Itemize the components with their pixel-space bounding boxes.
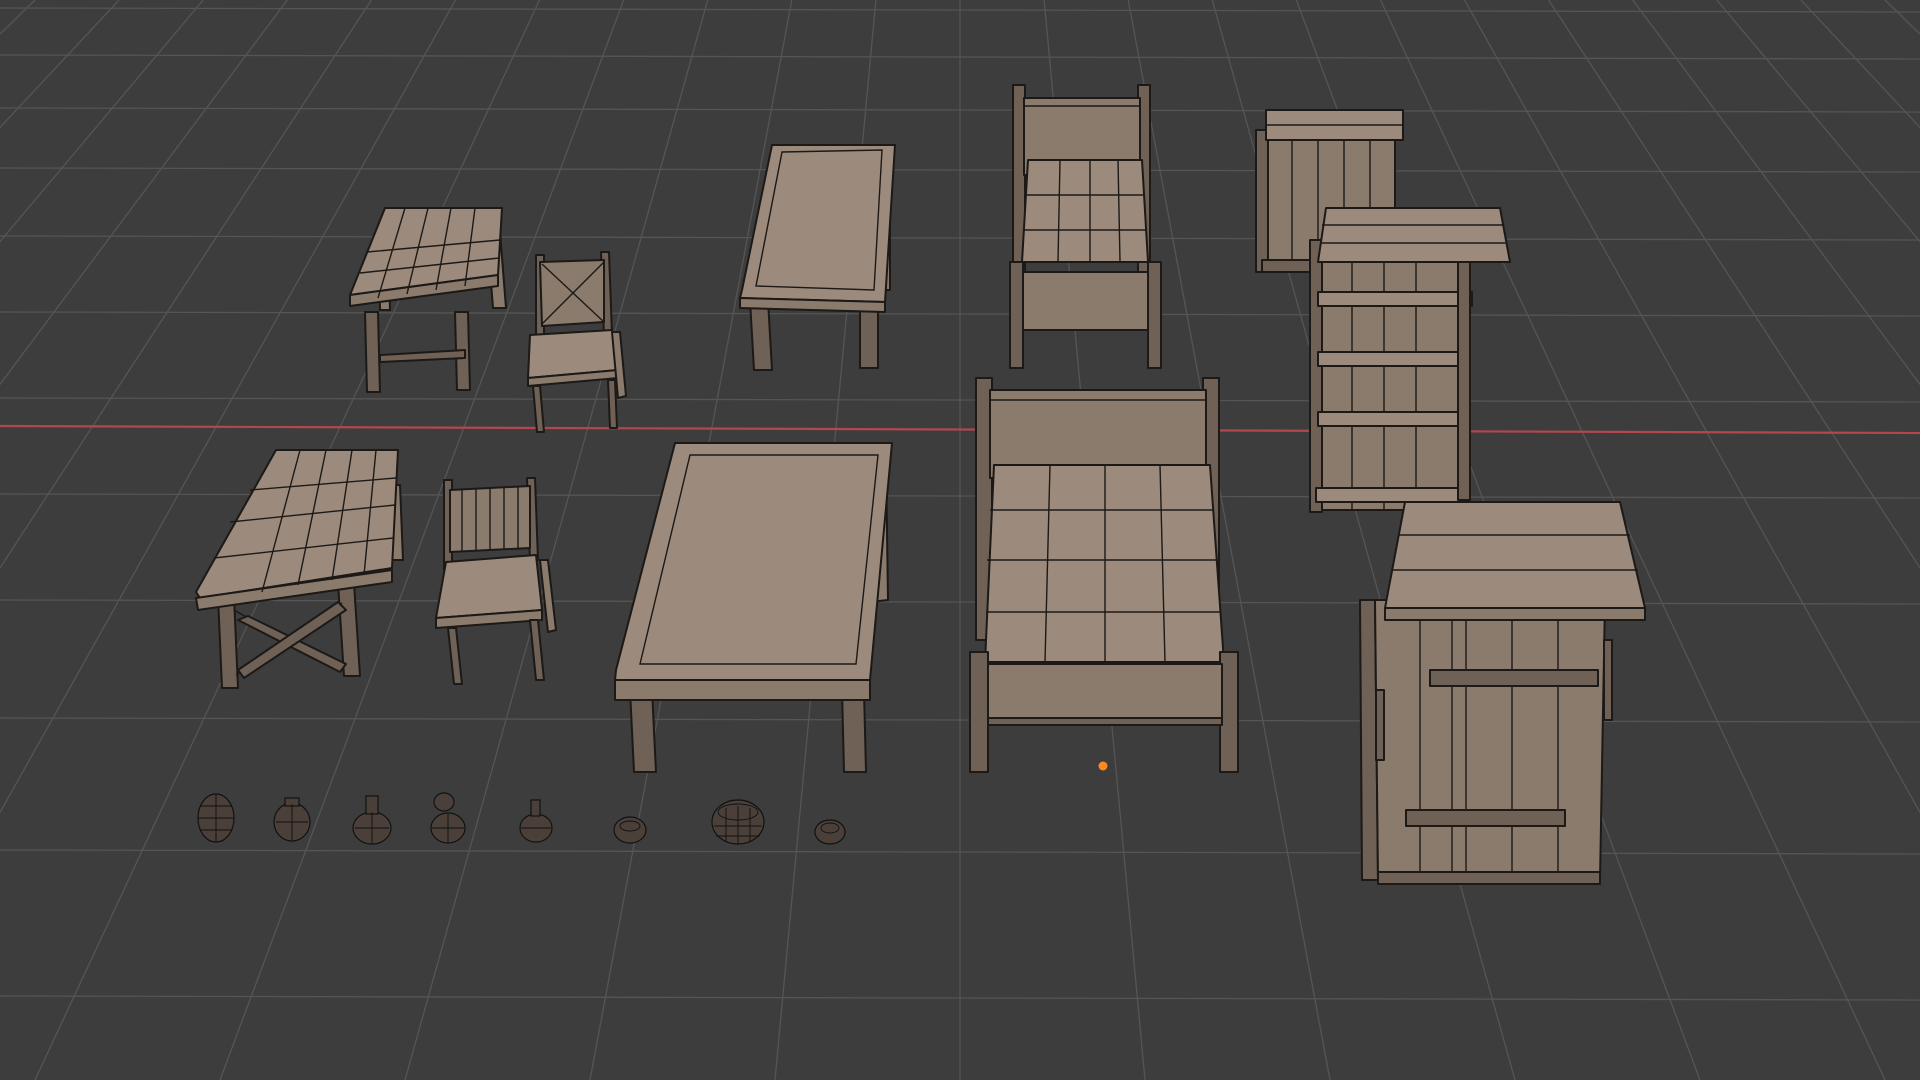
chair-cross-back[interactable] — [527, 251, 627, 433]
bowl-1[interactable] — [613, 816, 647, 844]
grid-line — [0, 0, 204, 243]
pottery-set[interactable] — [197, 792, 846, 845]
flask-2[interactable] — [430, 792, 466, 844]
chair-slat-back[interactable] — [435, 477, 557, 685]
origin-point — [1098, 761, 1108, 771]
3d-viewport[interactable] — [0, 0, 1920, 1080]
bowl-2[interactable] — [814, 819, 846, 845]
flask-3[interactable] — [519, 799, 553, 843]
grid-line — [1716, 0, 1920, 243]
table-large-back[interactable] — [739, 144, 896, 371]
basket-1[interactable] — [711, 799, 765, 845]
bed-double[interactable] — [969, 377, 1239, 773]
pot-1[interactable] — [273, 797, 311, 842]
bed-single[interactable] — [1009, 84, 1162, 369]
bookshelf[interactable] — [1309, 207, 1511, 513]
table-small-front[interactable] — [195, 449, 404, 689]
wardrobe[interactable] — [1359, 501, 1646, 885]
table-small-back[interactable] — [349, 207, 507, 393]
viewport-canvas[interactable] — [0, 0, 1920, 1080]
jug-1[interactable] — [197, 793, 235, 843]
flask-1[interactable] — [352, 795, 392, 845]
grid-line — [1632, 0, 1920, 386]
